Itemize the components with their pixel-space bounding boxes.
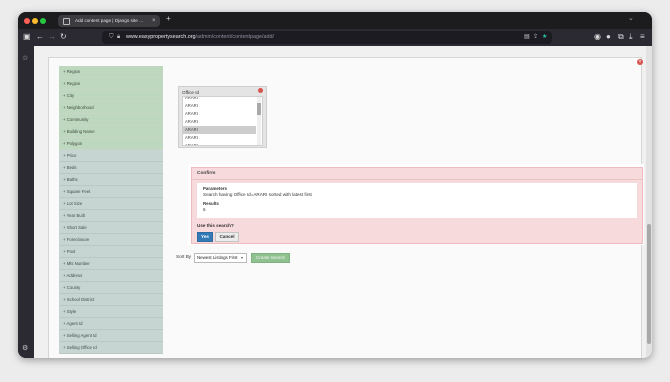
tab-close-icon[interactable]: × [152, 15, 156, 27]
lock-icon[interactable]: 🔒︎ [117, 31, 120, 44]
office-id-remove-icon[interactable] [258, 88, 263, 93]
page-content: × + Region + Region + City + Neighborhood + … [34, 46, 652, 358]
filter-field-item[interactable]: + Short Sale [59, 222, 163, 234]
filter-field-item[interactable]: + Selling Agent Id [59, 330, 163, 342]
office-id-option[interactable]: ARARI [183, 126, 256, 134]
reader-mode-icon[interactable]: ▤ [524, 31, 530, 44]
browser-window: Add content page | Django site adm × + ⌄… [18, 12, 652, 358]
filter-field-item[interactable]: + Region [59, 78, 163, 90]
tab-title: Add content page | Django site adm [75, 18, 145, 23]
filter-field-item[interactable]: + Pool [59, 246, 163, 258]
app-menu-icon[interactable]: ≡ [640, 31, 645, 43]
filter-field-item[interactable]: + Beds [59, 162, 163, 174]
pocket-icon[interactable]: ◉ [594, 31, 601, 43]
bookmark-star-icon[interactable]: ★ [542, 31, 547, 44]
office-id-option[interactable]: ARARI [183, 142, 256, 145]
office-id-listbox[interactable]: ARARI ARARI ARARI ARARI ARARI ARARI ARARI [182, 96, 263, 146]
sidebar-toggle-icon[interactable]: ▣ [23, 31, 31, 43]
share-icon[interactable]: ⇪ [533, 31, 538, 44]
filter-field-item[interactable]: + Agent Id [59, 318, 163, 330]
filter-field-item[interactable]: + County [59, 282, 163, 294]
sort-select[interactable]: Newest Listings First ▾ [194, 253, 247, 263]
bookmarks-star-icon[interactable]: ☆ [22, 54, 28, 62]
page-scrollbar-thumb[interactable] [647, 224, 651, 344]
confirm-dialog: Confirm Parameters Search having Office … [191, 167, 643, 244]
filter-field-item[interactable]: + Community [59, 114, 163, 126]
browser-sidebar: ☆ ⚙ [18, 46, 34, 358]
parameters-heading: Parameters [203, 186, 227, 191]
tab-list-chevron-icon[interactable]: ⌄ [628, 14, 634, 22]
url-text: www.easypropertysearch.org/admin/content… [126, 31, 274, 44]
filter-field-item[interactable]: + Mls Number [59, 258, 163, 270]
tracking-shield-icon[interactable]: ⛉ [109, 31, 114, 44]
filter-field-item[interactable]: + Style [59, 306, 163, 318]
filter-field-item[interactable]: + Neighborhood [59, 102, 163, 114]
filter-field-item[interactable]: + Price [59, 150, 163, 162]
create-search-button[interactable]: Create Search [251, 253, 290, 263]
filter-field-item[interactable]: + City [59, 90, 163, 102]
filter-field-item[interactable]: + School District [59, 294, 163, 306]
filter-field-item[interactable]: + Selling Office Id [59, 342, 163, 354]
sort-chevron-down-icon: ▾ [241, 255, 244, 260]
filter-field-list: + Region + Region + City + Neighborhood + Co… [59, 66, 163, 358]
extensions-icon[interactable]: ⧉ [618, 31, 624, 43]
confirm-summary: Parameters Search having Office Id=ARARI… [197, 183, 637, 218]
filter-field-item[interactable]: + Polygon [59, 138, 163, 150]
filter-field-item[interactable]: + Address [59, 270, 163, 282]
navigation-bar: ▣ ← → ↻ ⛉ 🔒︎ www.easypropertysearch.org/… [18, 29, 652, 46]
filter-field-item[interactable]: + Building Name [59, 126, 163, 138]
filter-field-item[interactable]: + Lot Size [59, 198, 163, 210]
confirm-title: Confirm [197, 171, 216, 176]
office-id-option[interactable]: ARARI [183, 134, 256, 142]
tab-favicon-icon [63, 18, 70, 25]
cancel-button[interactable]: Cancel [215, 232, 239, 242]
sort-label: Sort By [176, 254, 192, 259]
sidebar-settings-gear-icon[interactable]: ⚙ [22, 344, 28, 352]
office-id-scrollbar-thumb[interactable] [257, 103, 261, 115]
browser-tab[interactable]: Add content page | Django site adm × [58, 15, 160, 27]
results-value: 6 [203, 207, 206, 212]
title-bar: Add content page | Django site adm × + ⌄ [18, 12, 652, 29]
filter-field-item[interactable]: + Year Built [59, 210, 163, 222]
filter-field-item[interactable]: + Baths [59, 174, 163, 186]
confirm-dialog-frame: Confirm Parameters Search having Office … [188, 164, 644, 245]
reload-icon[interactable]: ↻ [60, 31, 67, 43]
office-id-title: Office Id [182, 90, 200, 95]
office-id-filter-box: Office Id ARARI ARARI ARARI ARARI ARARI ARARI… [178, 86, 267, 148]
page-scrollbar[interactable] [646, 46, 652, 358]
downloads-icon[interactable]: ⤓ [629, 31, 633, 43]
parameters-text: Search having Office Id=ARARI sorted wit… [203, 192, 312, 197]
results-heading: Results [203, 201, 219, 206]
yes-button[interactable]: Yes [197, 232, 213, 242]
url-host: www.easypropertysearch.org [126, 34, 196, 40]
forward-icon[interactable]: → [48, 31, 56, 43]
office-id-option[interactable]: ARARI [183, 102, 256, 110]
sort-row: Sort By Newest Listings First ▾ Create S… [176, 252, 316, 263]
sort-select-value: Newest Listings First [197, 255, 238, 260]
close-window-button[interactable] [24, 18, 30, 24]
office-id-scrollbar[interactable] [257, 97, 261, 145]
filter-field-item[interactable]: + Foreclosure [59, 234, 163, 246]
maximize-window-button[interactable] [40, 18, 46, 24]
panel-close-icon[interactable]: × [637, 59, 643, 65]
office-id-option[interactable]: ARARI [183, 110, 256, 118]
filter-field-item[interactable]: + Region [59, 66, 163, 78]
account-icon[interactable]: ● [606, 31, 611, 43]
confirm-question: Use this search? [197, 223, 234, 228]
address-bar[interactable]: ⛉ 🔒︎ www.easypropertysearch.org/admin/co… [102, 31, 552, 44]
back-icon[interactable]: ← [36, 31, 44, 43]
minimize-window-button[interactable] [32, 18, 38, 24]
filter-field-item[interactable]: + Square Feet [59, 186, 163, 198]
office-id-option[interactable]: ARARI [183, 118, 256, 126]
new-tab-button[interactable]: + [166, 14, 171, 23]
confirm-divider [192, 179, 642, 180]
url-path: /admin/content/contentpage/add/ [195, 34, 275, 40]
